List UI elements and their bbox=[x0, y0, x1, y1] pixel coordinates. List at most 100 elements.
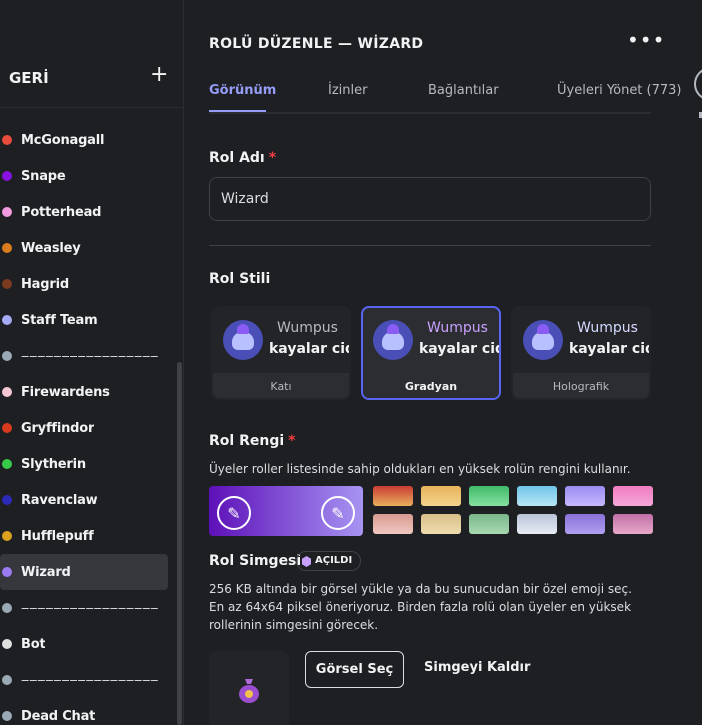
role-color-dot bbox=[2, 243, 12, 253]
required-mark: * bbox=[288, 433, 296, 449]
role-label: McGonagall bbox=[21, 132, 105, 148]
preset-color-chip[interactable] bbox=[421, 514, 461, 534]
gradient-color-preview[interactable]: ✎ ✎ bbox=[209, 486, 363, 536]
sidebar-item-role[interactable]: Potterhead bbox=[0, 194, 168, 230]
role-name-input[interactable] bbox=[209, 177, 651, 221]
active-tab-indicator bbox=[209, 110, 266, 112]
choose-image-button[interactable]: Görsel Seç bbox=[305, 651, 404, 688]
role-icon-label: Rol Simgesi bbox=[209, 553, 302, 569]
sidebar-item-role[interactable]: Firewardens bbox=[0, 374, 168, 410]
preset-color-chip[interactable] bbox=[565, 514, 605, 534]
role-style-card[interactable]: Wumpus kayalar cidden Katı bbox=[211, 306, 351, 400]
sidebar-item-role[interactable]: McGonagall bbox=[0, 122, 168, 158]
role-label: Weasley bbox=[21, 240, 81, 256]
role-color-dot bbox=[2, 459, 12, 469]
role-icon-preview[interactable] bbox=[209, 651, 289, 725]
tab-appearance[interactable]: Görünüm bbox=[209, 83, 276, 98]
section-divider bbox=[209, 245, 651, 246]
preview-username: Wumpus bbox=[277, 320, 338, 336]
role-color-dot bbox=[2, 315, 12, 325]
avatar bbox=[523, 320, 563, 360]
role-style-label: Rol Stili bbox=[209, 271, 271, 287]
role-label: Hufflepuff bbox=[21, 528, 94, 544]
role-color-dot bbox=[2, 567, 12, 577]
tab-links[interactable]: Bağlantılar bbox=[428, 83, 499, 98]
eyedropper-icon[interactable]: ✎ bbox=[217, 496, 251, 530]
sidebar-item-role[interactable]: Staff Team bbox=[0, 302, 168, 338]
role-label: ‒‒‒‒‒‒‒‒‒‒‒‒‒‒‒‒‒ bbox=[21, 348, 159, 364]
preset-color-chip[interactable] bbox=[517, 514, 557, 534]
preset-color-chip[interactable] bbox=[469, 514, 509, 534]
avatar bbox=[223, 320, 263, 360]
role-color-dot bbox=[2, 711, 12, 721]
sidebar-item-role[interactable]: Bot bbox=[0, 626, 168, 662]
sidebar-item-role[interactable]: Hufflepuff bbox=[0, 518, 168, 554]
coin-bag-icon bbox=[239, 679, 259, 703]
role-label: ‒‒‒‒‒‒‒‒‒‒‒‒‒‒‒‒‒ bbox=[21, 672, 159, 688]
preset-color-chip[interactable] bbox=[373, 486, 413, 506]
role-color-dot bbox=[2, 531, 12, 541]
role-color-dot bbox=[2, 279, 12, 289]
role-style-card[interactable]: Wumpus kayalar cidden Holografik bbox=[511, 306, 651, 400]
preset-color-chip[interactable] bbox=[613, 486, 653, 506]
preset-color-chip[interactable] bbox=[421, 486, 461, 506]
sidebar-item-role[interactable]: Ravenclaw bbox=[0, 482, 168, 518]
preset-color-chip[interactable] bbox=[373, 514, 413, 534]
preset-color-grid bbox=[373, 486, 655, 538]
role-label: Wizard bbox=[21, 564, 71, 580]
role-color-dot bbox=[2, 639, 12, 649]
back-button[interactable]: GERİ bbox=[9, 69, 49, 87]
preview-message: kayalar cidden bbox=[419, 341, 499, 357]
role-name-heading: Rol Adı * bbox=[209, 150, 276, 166]
sidebar-item-role[interactable]: Weasley bbox=[0, 230, 168, 266]
sidebar-item-role[interactable]: Gryffindor bbox=[0, 410, 168, 446]
style-label: Gradyan bbox=[363, 373, 499, 398]
role-label: Dead Chat bbox=[21, 708, 96, 724]
plus-icon[interactable]: + bbox=[150, 64, 168, 86]
more-dots-icon[interactable]: ••• bbox=[627, 28, 665, 52]
role-color-dot bbox=[2, 603, 12, 613]
eyedropper-icon[interactable]: ✎ bbox=[321, 496, 355, 530]
role-label: Bot bbox=[21, 636, 46, 652]
tab-manage-members[interactable]: Üyeleri Yönet (773) bbox=[557, 83, 682, 98]
sidebar-item-role[interactable]: ‒‒‒‒‒‒‒‒‒‒‒‒‒‒‒‒‒ bbox=[0, 590, 168, 626]
sidebar-item-role[interactable]: ‒‒‒‒‒‒‒‒‒‒‒‒‒‒‒‒‒ bbox=[0, 338, 168, 374]
role-color-heading: Rol Rengi * bbox=[209, 433, 295, 449]
sidebar-item-role[interactable]: Wizard bbox=[0, 554, 168, 590]
roles-sidebar: GERİ + McGonagall Snape Potterhead Weasley H… bbox=[0, 0, 184, 725]
preset-color-chip[interactable] bbox=[469, 486, 509, 506]
sidebar-item-role[interactable]: Snape bbox=[0, 158, 168, 194]
role-color-dot bbox=[2, 387, 12, 397]
sidebar-item-role[interactable]: Hagrid bbox=[0, 266, 168, 302]
preview-message: kayalar cidden bbox=[569, 341, 649, 357]
required-mark: * bbox=[268, 150, 277, 166]
role-color-dot bbox=[2, 423, 12, 433]
tab-permissions[interactable]: İzinler bbox=[328, 83, 367, 98]
role-color-dot bbox=[2, 135, 12, 145]
style-preview: Wumpus kayalar cidden bbox=[213, 308, 349, 373]
avatar bbox=[373, 320, 413, 360]
role-color-dot bbox=[2, 171, 12, 181]
role-list: McGonagall Snape Potterhead Weasley Hagrid St… bbox=[0, 122, 184, 725]
sidebar-scrollbar[interactable] bbox=[177, 362, 182, 725]
close-icon[interactable] bbox=[694, 67, 702, 101]
sidebar-item-role[interactable]: ‒‒‒‒‒‒‒‒‒‒‒‒‒‒‒‒‒ bbox=[0, 662, 168, 698]
style-preview: Wumpus kayalar cidden bbox=[363, 308, 499, 373]
role-style-card[interactable]: Wumpus kayalar cidden Gradyan bbox=[361, 306, 501, 400]
unlocked-badge: AÇILDI bbox=[296, 551, 362, 571]
sidebar-item-role[interactable]: Slytherin bbox=[0, 446, 168, 482]
role-color-dot bbox=[2, 675, 12, 685]
remove-icon-button[interactable]: Simgeyi Kaldır bbox=[424, 660, 530, 675]
role-color-dot bbox=[2, 207, 12, 217]
role-style-options: Wumpus kayalar cidden Katı Wumpus kayalar ci… bbox=[211, 306, 651, 400]
role-icon-description: 256 KB altında bir görsel yükle ya da bu… bbox=[209, 582, 632, 632]
sidebar-header: GERİ + bbox=[0, 60, 184, 108]
preset-color-chip[interactable] bbox=[613, 514, 653, 534]
preview-message: kayalar cidden bbox=[269, 341, 349, 357]
preset-color-chip[interactable] bbox=[565, 486, 605, 506]
role-color-label: Rol Rengi bbox=[209, 433, 285, 449]
preset-color-chip[interactable] bbox=[517, 486, 557, 506]
sidebar-item-role[interactable]: Dead Chat bbox=[0, 698, 168, 725]
role-label: Slytherin bbox=[21, 456, 86, 472]
role-label: Ravenclaw bbox=[21, 492, 98, 508]
